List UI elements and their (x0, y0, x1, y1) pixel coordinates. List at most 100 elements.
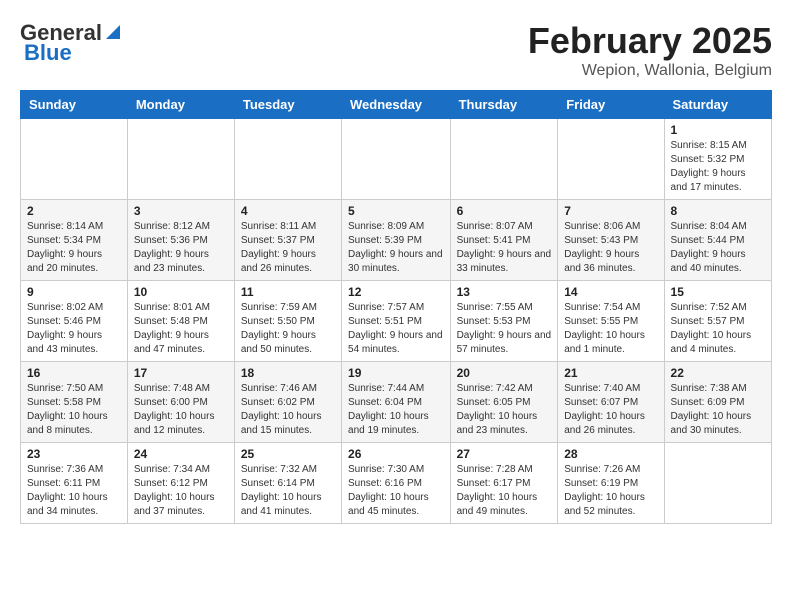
calendar-cell: 7 Sunrise: 8:06 AM Sunset: 5:43 PM Daylig… (558, 200, 664, 281)
calendar-cell: 2 Sunrise: 8:14 AM Sunset: 5:34 PM Daylig… (21, 200, 128, 281)
day-number: 22 (671, 366, 765, 380)
day-number: 15 (671, 285, 765, 299)
day-info: Sunrise: 8:09 AM Sunset: 5:39 PM Dayligh… (348, 220, 444, 276)
calendar-week-2: 9Sunrise: 8:02 AM Sunset: 5:46 PM Daylig… (21, 281, 772, 362)
calendar-cell (558, 119, 664, 200)
day-info: Sunrise: 7:42 AM Sunset: 6:05 PM Dayligh… (457, 382, 552, 438)
day-info: Sunrise: 7:34 AM Sunset: 6:12 PM Dayligh… (134, 463, 228, 519)
calendar-subtitle: Wepion, Wallonia, Belgium (528, 62, 772, 80)
day-number: 24 (134, 447, 228, 461)
day-info: Sunrise: 7:40 AM Sunset: 6:07 PM Dayligh… (564, 382, 657, 438)
day-number: 7 (564, 204, 657, 218)
col-header-wednesday: Wednesday (342, 91, 451, 119)
day-number: 20 (457, 366, 552, 380)
day-number: 6 (457, 204, 552, 218)
day-info: Sunrise: 8:02 AM Sunset: 5:46 PM Dayligh… (27, 301, 121, 357)
calendar-cell: 9Sunrise: 8:02 AM Sunset: 5:46 PM Daylig… (21, 281, 128, 362)
day-number: 8 (671, 204, 765, 218)
col-header-saturday: Saturday (664, 91, 771, 119)
calendar-cell: 11Sunrise: 7:59 AM Sunset: 5:50 PM Dayli… (234, 281, 341, 362)
title-block: February 2025 Wepion, Wallonia, Belgium (528, 20, 772, 80)
calendar-cell (450, 119, 558, 200)
day-info: Sunrise: 7:46 AM Sunset: 6:02 PM Dayligh… (241, 382, 335, 438)
day-info: Sunrise: 7:57 AM Sunset: 5:51 PM Dayligh… (348, 301, 444, 357)
calendar-week-0: 1 Sunrise: 8:15 AM Sunset: 5:32 PM Daylig… (21, 119, 772, 200)
calendar-cell: 5 Sunrise: 8:09 AM Sunset: 5:39 PM Daylig… (342, 200, 451, 281)
calendar-title: February 2025 (528, 20, 772, 62)
day-number: 12 (348, 285, 444, 299)
day-number: 10 (134, 285, 228, 299)
calendar-cell: 12 Sunrise: 7:57 AM Sunset: 5:51 PM Dayli… (342, 281, 451, 362)
day-info: Sunrise: 7:26 AM Sunset: 6:19 PM Dayligh… (564, 463, 657, 519)
calendar-cell: 25 Sunrise: 7:32 AM Sunset: 6:14 PM Dayli… (234, 443, 341, 524)
day-number: 13 (457, 285, 552, 299)
day-info: Sunrise: 8:04 AM Sunset: 5:44 PM Dayligh… (671, 220, 765, 276)
day-info: Sunrise: 7:52 AM Sunset: 5:57 PM Dayligh… (671, 301, 765, 357)
col-header-monday: Monday (127, 91, 234, 119)
calendar-cell: 8 Sunrise: 8:04 AM Sunset: 5:44 PM Daylig… (664, 200, 771, 281)
day-number: 25 (241, 447, 335, 461)
day-number: 17 (134, 366, 228, 380)
calendar-cell (234, 119, 341, 200)
calendar-cell: 27 Sunrise: 7:28 AM Sunset: 6:17 PM Dayli… (450, 443, 558, 524)
calendar-header-row: SundayMondayTuesdayWednesdayThursdayFrid… (21, 91, 772, 119)
day-number: 21 (564, 366, 657, 380)
calendar-cell: 16 Sunrise: 7:50 AM Sunset: 5:58 PM Dayli… (21, 362, 128, 443)
day-info: Sunrise: 7:32 AM Sunset: 6:14 PM Dayligh… (241, 463, 335, 519)
day-number: 14 (564, 285, 657, 299)
day-info: Sunrise: 8:12 AM Sunset: 5:36 PM Dayligh… (134, 220, 228, 276)
calendar-cell: 21 Sunrise: 7:40 AM Sunset: 6:07 PM Dayli… (558, 362, 664, 443)
day-info: Sunrise: 8:14 AM Sunset: 5:34 PM Dayligh… (27, 220, 121, 276)
day-info: Sunrise: 7:48 AM Sunset: 6:00 PM Dayligh… (134, 382, 228, 438)
day-info: Sunrise: 8:11 AM Sunset: 5:37 PM Dayligh… (241, 220, 335, 276)
day-info: Sunrise: 8:06 AM Sunset: 5:43 PM Dayligh… (564, 220, 657, 276)
day-info: Sunrise: 7:55 AM Sunset: 5:53 PM Dayligh… (457, 301, 552, 357)
calendar-cell: 6 Sunrise: 8:07 AM Sunset: 5:41 PM Daylig… (450, 200, 558, 281)
calendar-cell: 4 Sunrise: 8:11 AM Sunset: 5:37 PM Daylig… (234, 200, 341, 281)
col-header-friday: Friday (558, 91, 664, 119)
day-number: 23 (27, 447, 121, 461)
calendar-week-1: 2 Sunrise: 8:14 AM Sunset: 5:34 PM Daylig… (21, 200, 772, 281)
col-header-sunday: Sunday (21, 91, 128, 119)
day-info: Sunrise: 7:36 AM Sunset: 6:11 PM Dayligh… (27, 463, 121, 519)
calendar-cell: 14 Sunrise: 7:54 AM Sunset: 5:55 PM Dayli… (558, 281, 664, 362)
calendar-week-3: 16 Sunrise: 7:50 AM Sunset: 5:58 PM Dayli… (21, 362, 772, 443)
calendar-cell (127, 119, 234, 200)
day-number: 2 (27, 204, 121, 218)
calendar-table: SundayMondayTuesdayWednesdayThursdayFrid… (20, 90, 772, 524)
calendar-cell: 24 Sunrise: 7:34 AM Sunset: 6:12 PM Dayli… (127, 443, 234, 524)
day-number: 11 (241, 285, 335, 299)
day-number: 19 (348, 366, 444, 380)
day-info: Sunrise: 7:28 AM Sunset: 6:17 PM Dayligh… (457, 463, 552, 519)
day-number: 3 (134, 204, 228, 218)
col-header-thursday: Thursday (450, 91, 558, 119)
day-number: 28 (564, 447, 657, 461)
calendar-cell: 15 Sunrise: 7:52 AM Sunset: 5:57 PM Dayli… (664, 281, 771, 362)
day-number: 1 (671, 123, 765, 137)
calendar-cell: 13 Sunrise: 7:55 AM Sunset: 5:53 PM Dayli… (450, 281, 558, 362)
day-info: Sunrise: 7:44 AM Sunset: 6:04 PM Dayligh… (348, 382, 444, 438)
day-number: 4 (241, 204, 335, 218)
calendar-cell: 10 Sunrise: 8:01 AM Sunset: 5:48 PM Dayli… (127, 281, 234, 362)
day-number: 26 (348, 447, 444, 461)
day-info: Sunrise: 8:07 AM Sunset: 5:41 PM Dayligh… (457, 220, 552, 276)
day-number: 16 (27, 366, 121, 380)
day-info: Sunrise: 7:50 AM Sunset: 5:58 PM Dayligh… (27, 382, 121, 438)
calendar-cell: 1 Sunrise: 8:15 AM Sunset: 5:32 PM Daylig… (664, 119, 771, 200)
calendar-cell: 19 Sunrise: 7:44 AM Sunset: 6:04 PM Dayli… (342, 362, 451, 443)
calendar-cell (664, 443, 771, 524)
logo-text-blue: Blue (24, 40, 72, 66)
calendar-week-4: 23 Sunrise: 7:36 AM Sunset: 6:11 PM Dayli… (21, 443, 772, 524)
calendar-cell: 17 Sunrise: 7:48 AM Sunset: 6:00 PM Dayli… (127, 362, 234, 443)
logo: General Blue (20, 20, 122, 66)
day-number: 27 (457, 447, 552, 461)
calendar-cell: 23 Sunrise: 7:36 AM Sunset: 6:11 PM Dayli… (21, 443, 128, 524)
calendar-cell (21, 119, 128, 200)
day-info: Sunrise: 8:01 AM Sunset: 5:48 PM Dayligh… (134, 301, 228, 357)
day-info: Sunrise: 8:15 AM Sunset: 5:32 PM Dayligh… (671, 139, 765, 195)
calendar-cell: 26 Sunrise: 7:30 AM Sunset: 6:16 PM Dayli… (342, 443, 451, 524)
day-info: Sunrise: 7:30 AM Sunset: 6:16 PM Dayligh… (348, 463, 444, 519)
day-number: 5 (348, 204, 444, 218)
calendar-cell: 28 Sunrise: 7:26 AM Sunset: 6:19 PM Dayli… (558, 443, 664, 524)
day-info: Sunrise: 7:54 AM Sunset: 5:55 PM Dayligh… (564, 301, 657, 357)
